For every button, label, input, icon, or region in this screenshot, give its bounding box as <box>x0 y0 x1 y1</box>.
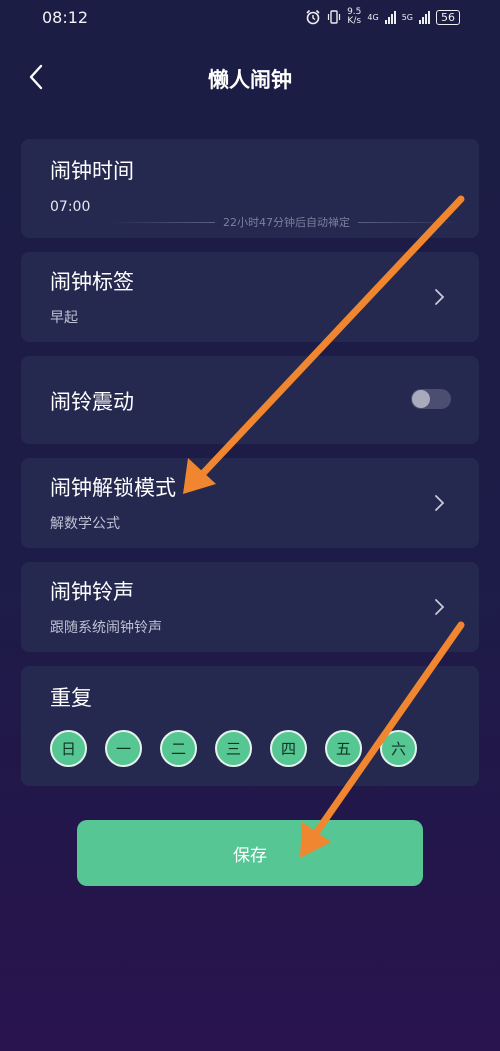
alarm-tag-card[interactable]: 闹钟标签 早起 <box>21 252 479 342</box>
vibrate-toggle[interactable] <box>411 389 451 409</box>
status-icons: 9.5 K/s 4G 5G 56 <box>305 6 460 28</box>
network-type-2: 5G <box>401 12 413 22</box>
ringtone-label: 闹钟铃声 <box>50 580 134 604</box>
vibrate-card: 闹铃震动 <box>21 356 479 444</box>
unlock-mode-value: 解数学公式 <box>50 516 120 532</box>
network-type-1: 4G <box>367 12 379 22</box>
net-speed: 9.5 K/s <box>347 7 362 26</box>
signal-icon-2 <box>419 10 430 24</box>
day-monday[interactable]: 一 <box>105 730 142 767</box>
alarm-tag-value: 早起 <box>50 310 78 326</box>
vibrate-label: 闹铃震动 <box>50 390 134 414</box>
alarm-time-card[interactable]: 闹钟时间 07:00 22小时47分钟后自动禅定 <box>21 139 479 238</box>
save-button[interactable]: 保存 <box>77 820 423 886</box>
day-thursday[interactable]: 四 <box>270 730 307 767</box>
alarm-time-value: 07:00 <box>50 199 91 215</box>
repeat-card: 重复 日 一 二 三 四 五 六 <box>21 666 479 786</box>
toggle-knob <box>412 390 430 408</box>
day-tuesday[interactable]: 二 <box>160 730 197 767</box>
unlock-mode-card[interactable]: 闹钟解锁模式 解数学公式 <box>21 458 479 548</box>
day-sunday[interactable]: 日 <box>50 730 87 767</box>
vibrate-icon <box>327 10 341 24</box>
day-wednesday[interactable]: 三 <box>215 730 252 767</box>
unlock-mode-label: 闹钟解锁模式 <box>50 476 176 500</box>
page-title: 懒人闹钟 <box>208 68 292 92</box>
alarm-tag-label: 闹钟标签 <box>50 270 134 294</box>
signal-icon-1 <box>384 10 396 24</box>
ringtone-card[interactable]: 闹钟铃声 跟随系统闹钟铃声 <box>21 562 479 652</box>
countdown-hint: 22小时47分钟后自动禅定 <box>223 216 350 229</box>
repeat-days: 日 一 二 三 四 五 六 <box>50 730 417 767</box>
alarm-clock-icon <box>306 9 320 25</box>
day-saturday[interactable]: 六 <box>380 730 417 767</box>
day-friday[interactable]: 五 <box>325 730 362 767</box>
annotation-arrow-1 <box>183 195 465 494</box>
chevron-right-icon <box>435 599 445 615</box>
countdown-hint-row: 22小时47分钟后自动禅定 <box>109 215 464 229</box>
ringtone-value: 跟随系统闹钟铃声 <box>50 620 162 636</box>
chevron-right-icon <box>435 289 445 305</box>
battery-icon: 56 <box>436 9 460 25</box>
status-bar: 08:12 9.5 K/s 4G 5G 56 <box>0 0 500 34</box>
status-time: 08:12 <box>42 8 89 27</box>
repeat-label: 重复 <box>50 686 92 710</box>
alarm-time-label: 闹钟时间 <box>50 159 134 183</box>
chevron-right-icon <box>435 495 445 511</box>
